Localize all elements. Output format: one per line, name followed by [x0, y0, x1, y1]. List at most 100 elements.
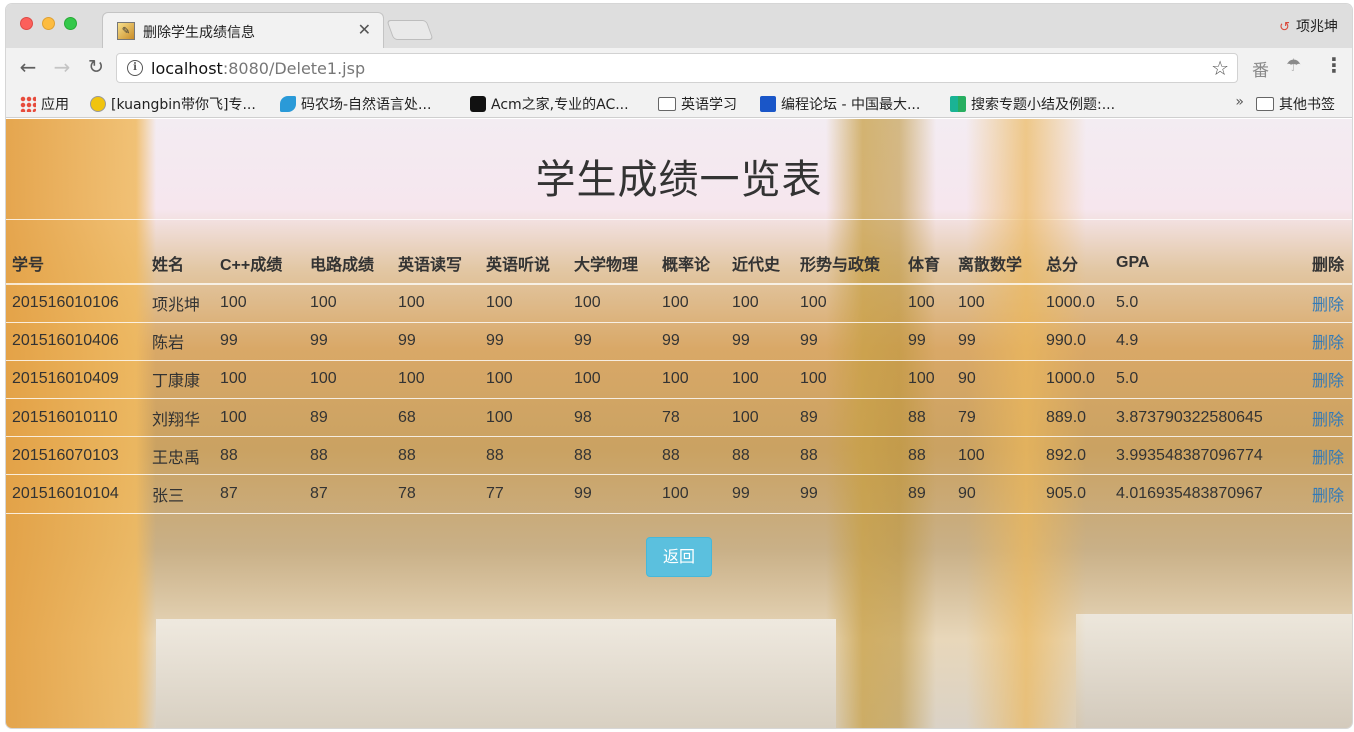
tab-title: 删除学生成绩信息 — [143, 25, 255, 41]
table-cell: 100 — [480, 360, 568, 400]
table-cell: 1000.0 — [1040, 284, 1110, 323]
table-cell: 99 — [392, 322, 480, 361]
table-cell: 张三 — [146, 474, 214, 514]
table-cell: 88 — [726, 436, 794, 476]
apps-grid-icon — [20, 96, 36, 112]
more-bookmarks-chevron[interactable]: » — [1235, 94, 1244, 110]
table-cell: 88 — [794, 436, 902, 476]
back-arrow-icon[interactable]: ← — [16, 56, 40, 78]
bookmark-manongchang[interactable]: 码农场-自然语言处... — [280, 94, 431, 114]
table-cell: 100 — [726, 398, 794, 438]
bookmarks-bar: 应用 [kuangbin带你飞]专... 码农场-自然语言处... Acm之家,… — [6, 88, 1352, 118]
table-cell: 990.0 — [1040, 322, 1110, 361]
bookmark-label: 搜索专题小结及例题:... — [971, 97, 1116, 113]
reload-icon[interactable]: ↻ — [84, 56, 108, 78]
table-cell: 201516010104 — [6, 474, 146, 514]
new-tab-button[interactable] — [386, 20, 434, 40]
url-text[interactable]: localhost:8080/Delete1.jsp — [151, 59, 365, 78]
table-cell: 1000.0 — [1040, 360, 1110, 400]
table-cell: 100 — [656, 284, 726, 323]
column-header: 近代史 — [726, 242, 794, 285]
column-header-delete: 删除 — [1298, 242, 1352, 285]
column-header: GPA — [1110, 242, 1298, 285]
background-desk — [156, 619, 836, 728]
table-cell: 99 — [794, 474, 902, 514]
table-cell: 201516070103 — [6, 436, 146, 476]
bookmark-kuangbin[interactable]: [kuangbin带你飞]专... — [90, 94, 256, 114]
table-row: 201516010409 丁康康 100 100 100 100 100 100 100 100 1… — [6, 360, 1352, 400]
delete-link[interactable]: 删除 — [1312, 335, 1344, 352]
delete-cell: 删除 — [1298, 284, 1352, 323]
table-cell: 100 — [392, 360, 480, 400]
column-header: 英语听说 — [480, 242, 568, 285]
delete-cell: 删除 — [1298, 474, 1352, 514]
table-cell: 5.0 — [1110, 360, 1298, 400]
menu-dots-icon[interactable]: ⋮ — [1324, 53, 1344, 77]
table-cell: 99 — [656, 322, 726, 361]
table-cell: 87 — [304, 474, 392, 514]
table-row: 201516010106 项兆坤 100 100 100 100 100 100 100 100 1… — [6, 284, 1352, 323]
table-cell: 100 — [392, 284, 480, 323]
table-cell: 刘翔华 — [146, 398, 214, 438]
table-cell: 79 — [952, 398, 1040, 438]
table-cell: 100 — [214, 284, 304, 323]
info-icon[interactable]: i — [127, 60, 143, 76]
background-desk — [1076, 614, 1352, 728]
bookmark-other[interactable]: 其他书签 — [1256, 94, 1335, 114]
table-cell: 5.0 — [1110, 284, 1298, 323]
url-host: localhost — [151, 59, 223, 78]
bookmark-search-topics[interactable]: 搜索专题小结及例题:... — [950, 94, 1115, 114]
table-cell: 99 — [726, 322, 794, 361]
maximize-window-button[interactable] — [64, 17, 77, 30]
tab-close-icon[interactable]: ✕ — [358, 20, 371, 39]
table-cell: 99 — [480, 322, 568, 361]
umbrella-extension-icon[interactable]: ☂ — [1286, 56, 1301, 76]
tab-strip: ✎ 删除学生成绩信息 ✕ ↺ 项兆坤 — [6, 4, 1352, 48]
delete-link[interactable]: 删除 — [1312, 488, 1344, 505]
active-tab[interactable]: ✎ 删除学生成绩信息 ✕ — [102, 12, 384, 48]
bian-icon — [760, 96, 776, 112]
address-bar[interactable]: i localhost:8080/Delete1.jsp ☆ — [116, 53, 1238, 83]
table-cell: 99 — [794, 322, 902, 361]
delete-link[interactable]: 删除 — [1312, 373, 1344, 390]
table-cell: 99 — [568, 474, 656, 514]
close-window-button[interactable] — [20, 17, 33, 30]
column-header: 形势与政策 — [794, 242, 902, 285]
table-cell: 99 — [952, 322, 1040, 361]
table-cell: 4.016935483870967 — [1110, 474, 1298, 514]
page-content: 学生成绩一览表 学号 姓名 C++成绩 电路成绩 英语读写 英语听说 大学物理 概率论 近代史形… — [6, 119, 1352, 728]
bookmark-english[interactable]: 英语学习 — [658, 94, 737, 114]
table-cell: 99 — [726, 474, 794, 514]
table-cell: 89 — [304, 398, 392, 438]
minimize-window-button[interactable] — [42, 17, 55, 30]
delete-link[interactable]: 删除 — [1312, 450, 1344, 467]
table-cell: 王忠禹 — [146, 436, 214, 476]
table-cell: 100 — [214, 360, 304, 400]
translate-extension-icon[interactable]: 番 — [1252, 56, 1269, 81]
table-cell: 98 — [568, 398, 656, 438]
bookmark-acm[interactable]: Acm之家,专业的AC... — [470, 94, 629, 114]
table-row: 201516010104 张三 87 87 78 77 99 100 99 99 89 90 905.0… — [6, 474, 1352, 514]
table-cell: 88 — [902, 436, 952, 476]
column-header: 体育 — [902, 242, 952, 285]
acm-icon — [470, 96, 486, 112]
table-cell: 100 — [952, 284, 1040, 323]
table-cell: 99 — [568, 322, 656, 361]
profile-icon: ↺ — [1279, 20, 1290, 35]
delete-link[interactable]: 删除 — [1312, 297, 1344, 314]
delete-cell: 删除 — [1298, 360, 1352, 400]
bookmark-apps[interactable]: 应用 — [20, 94, 69, 114]
table-cell: 100 — [214, 398, 304, 438]
delete-link[interactable]: 删除 — [1312, 412, 1344, 429]
bookmark-bccn[interactable]: 编程论坛 - 中国最大... — [760, 94, 920, 114]
bookmark-star-icon[interactable]: ☆ — [1211, 56, 1229, 80]
table-cell: 78 — [392, 474, 480, 514]
back-button[interactable]: 返回 — [646, 537, 712, 577]
table-cell: 88 — [392, 436, 480, 476]
profile-button[interactable]: ↺ 项兆坤 — [1279, 16, 1338, 36]
forward-arrow-icon[interactable]: → — [50, 56, 74, 78]
page-title: 学生成绩一览表 — [535, 157, 823, 203]
table-cell: 100 — [952, 436, 1040, 476]
table-cell: 905.0 — [1040, 474, 1110, 514]
bookmark-label: Acm之家,专业的AC... — [491, 97, 629, 113]
